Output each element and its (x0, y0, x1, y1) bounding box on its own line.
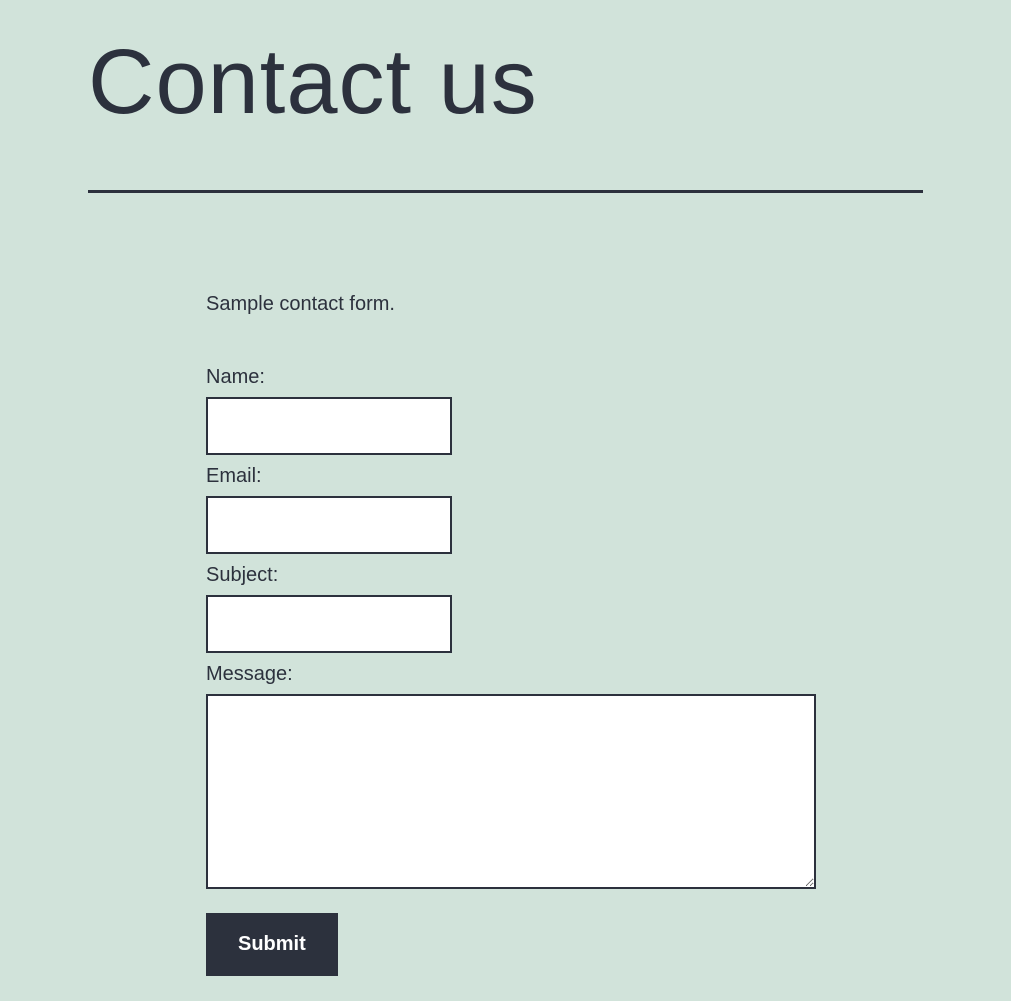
subject-field-group: Subject: (206, 564, 816, 653)
email-input[interactable] (206, 496, 452, 554)
contact-form: Sample contact form. Name: Email: Subjec… (206, 293, 816, 976)
message-label: Message: (206, 663, 816, 686)
message-textarea[interactable] (206, 694, 816, 889)
name-input[interactable] (206, 397, 452, 455)
submit-button[interactable]: Submit (206, 913, 338, 976)
form-intro: Sample contact form. (206, 293, 816, 316)
email-label: Email: (206, 465, 816, 488)
subject-label: Subject: (206, 564, 816, 587)
name-field-group: Name: (206, 366, 816, 455)
divider (88, 190, 923, 193)
message-field-group: Message: (206, 663, 816, 895)
subject-input[interactable] (206, 595, 452, 653)
name-label: Name: (206, 366, 816, 389)
email-field-group: Email: (206, 465, 816, 554)
page-title: Contact us (88, 30, 923, 135)
